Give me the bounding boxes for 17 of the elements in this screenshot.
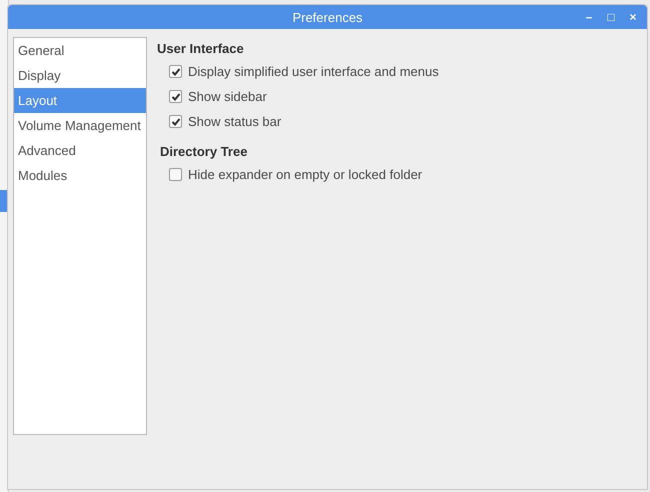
sidebar-item[interactable]: Display xyxy=(14,63,146,88)
sidebar-item[interactable]: Modules xyxy=(14,163,146,188)
checkbox[interactable] xyxy=(169,90,182,103)
checkbox[interactable] xyxy=(169,65,182,78)
sidebar-item[interactable]: General xyxy=(14,38,146,63)
section-heading: User Interface xyxy=(157,40,245,58)
checkbox-label[interactable]: Show sidebar xyxy=(188,89,267,104)
checkbox[interactable] xyxy=(169,115,182,128)
window-title: Preferences xyxy=(292,10,363,24)
sidebar-item[interactable]: Volume Management xyxy=(14,113,146,138)
checkbox-label[interactable]: Display simplified user interface and menus xyxy=(188,64,439,79)
selected-row xyxy=(0,190,7,212)
checkbox[interactable] xyxy=(169,168,182,181)
checkbox-label[interactable]: Show status bar xyxy=(188,114,282,129)
section-heading: Directory Tree xyxy=(159,143,248,161)
sidebar-item[interactable]: Advanced xyxy=(14,138,146,163)
checkbox-label[interactable]: Hide expander on empty or locked folder xyxy=(188,167,422,182)
